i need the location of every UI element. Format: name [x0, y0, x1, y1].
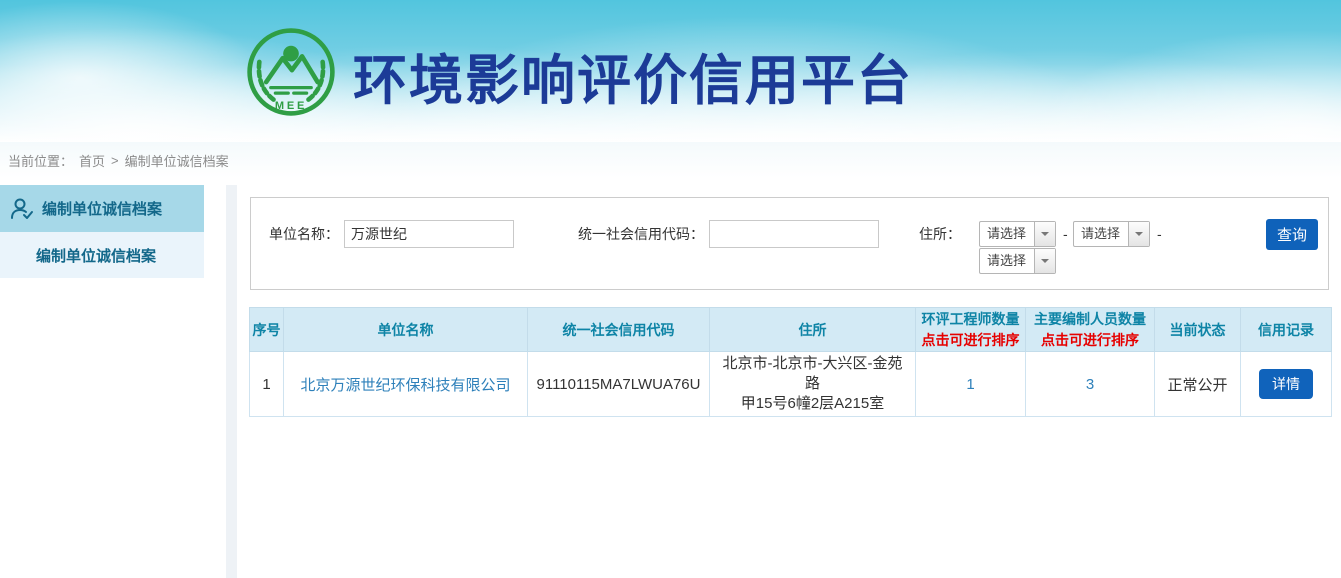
header-address: 住所 [710, 308, 916, 352]
sidebar-subitem-label: 编制单位诚信档案 [36, 245, 156, 266]
credit-code-input[interactable] [709, 220, 879, 248]
site-banner: MEE 环境影响评价信用平台 [0, 0, 1341, 142]
sort-hint: 点击可进行排序 [918, 330, 1023, 350]
company-name-label: 单位名称： [251, 220, 339, 248]
header-credit-record: 信用记录 [1241, 308, 1332, 352]
header-status: 当前状态 [1155, 308, 1241, 352]
sort-hint: 点击可进行排序 [1028, 330, 1152, 350]
cell-company: 北京万源世纪环保科技有限公司 [284, 352, 528, 417]
engineer-count-link[interactable]: 1 [966, 376, 974, 393]
province-select[interactable]: 请选择 [979, 221, 1056, 247]
breadcrumb-current: 编制单位诚信档案 [125, 151, 229, 170]
sidebar-subitem-credit-archive[interactable]: 编制单位诚信档案 [0, 232, 204, 278]
sidebar: 编制单位诚信档案 编制单位诚信档案 [0, 185, 204, 278]
address-label: 住所： [893, 220, 961, 248]
header-staff-count-sortable[interactable]: 主要编制人员数量 点击可进行排序 [1026, 308, 1155, 352]
address-dash-1: - [1063, 220, 1068, 248]
header-index: 序号 [250, 308, 284, 352]
cell-address: 北京市-北京市-大兴区-金苑路 甲15号6幢2层A215室 [710, 352, 916, 417]
user-check-icon [10, 197, 34, 221]
cell-index: 1 [250, 352, 284, 417]
breadcrumb: 当前位置： 首页 > 编制单位诚信档案 [0, 142, 1341, 178]
cell-staff-count: 3 [1026, 352, 1155, 417]
site-title: 环境影响评价信用平台 [353, 36, 913, 115]
header-company: 单位名称 [284, 308, 528, 352]
breadcrumb-home-link[interactable]: 首页 [79, 151, 105, 170]
mee-logo-icon: MEE [245, 26, 337, 118]
chevron-down-icon[interactable] [1034, 222, 1055, 246]
cell-credit-record: 详情 [1241, 352, 1332, 417]
result-table: 序号 单位名称 统一社会信用代码 住所 环评工程师数量 点击可进行排序 主要编制… [249, 307, 1332, 417]
sidebar-item-credit-archive[interactable]: 编制单位诚信档案 [0, 185, 204, 232]
company-link[interactable]: 北京万源世纪环保科技有限公司 [300, 377, 510, 394]
query-button[interactable]: 查询 [1266, 219, 1318, 250]
content-area: 编制单位诚信档案 编制单位诚信档案 单位名称： 统一社会信用代码： 住所： 请选… [0, 178, 1341, 578]
breadcrumb-prefix: 当前位置： [8, 151, 73, 170]
cell-status: 正常公开 [1155, 352, 1241, 417]
chevron-down-icon[interactable] [1034, 249, 1055, 273]
header-credit-code: 统一社会信用代码 [528, 308, 710, 352]
breadcrumb-separator: > [111, 153, 119, 168]
vertical-divider [226, 185, 237, 578]
header-engineer-count-sortable[interactable]: 环评工程师数量 点击可进行排序 [916, 308, 1026, 352]
chevron-down-icon[interactable] [1128, 222, 1149, 246]
cell-engineer-count: 1 [916, 352, 1026, 417]
staff-count-link[interactable]: 3 [1086, 376, 1094, 393]
table-header-row: 序号 单位名称 统一社会信用代码 住所 环评工程师数量 点击可进行排序 主要编制… [250, 308, 1332, 352]
detail-button[interactable]: 详情 [1259, 369, 1313, 399]
search-panel: 单位名称： 统一社会信用代码： 住所： 请选择 - 请选择 - 请选择 查询 [250, 197, 1329, 290]
logo-text: MEE [275, 100, 307, 112]
address-dash-2: - [1157, 220, 1162, 248]
company-name-input[interactable] [344, 220, 514, 248]
district-select[interactable]: 请选择 [979, 248, 1056, 274]
table-row: 1 北京万源世纪环保科技有限公司 91110115MA7LWUA76U 北京市-… [250, 352, 1332, 417]
cell-credit-code: 91110115MA7LWUA76U [528, 352, 710, 417]
credit-code-label: 统一社会信用代码： [534, 220, 704, 248]
sidebar-item-label: 编制单位诚信档案 [42, 198, 162, 219]
city-select[interactable]: 请选择 [1073, 221, 1150, 247]
